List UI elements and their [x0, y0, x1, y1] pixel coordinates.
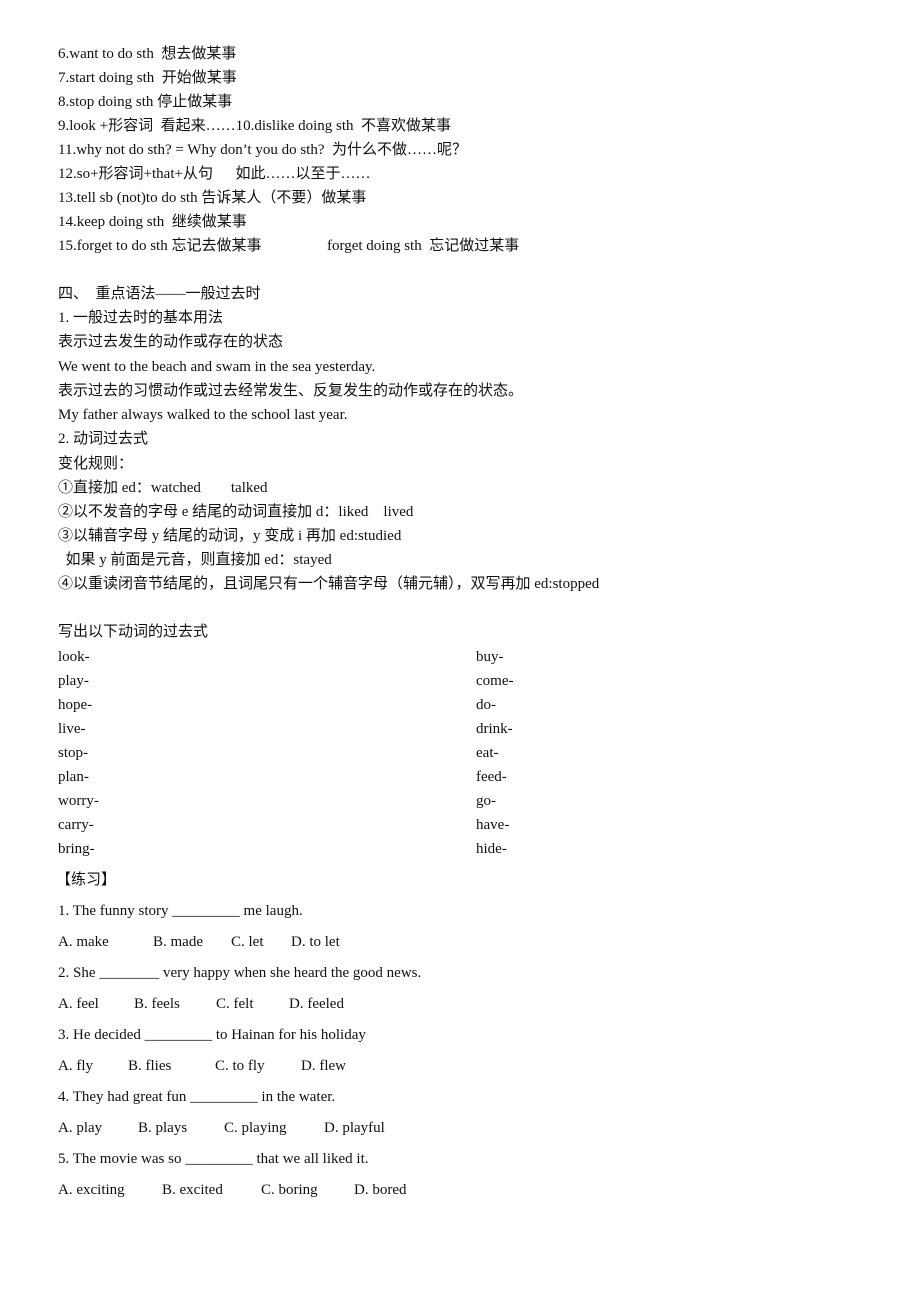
usage-text-1: 表示过去发生的动作或存在的状态 — [58, 334, 284, 350]
option-a: A. exciting — [58, 1182, 125, 1198]
verb-left: live- — [58, 721, 86, 737]
verb-left: worry- — [58, 793, 99, 809]
phrase-13: 13.tell sb (not)to do sth 告诉某人（不要）做某事 — [58, 188, 366, 208]
phrase-11: 11.why not do sth? = Why don’t you do st… — [58, 140, 467, 160]
phrase-7: 7.start doing sth 开始做某事 — [58, 68, 237, 88]
option-d: D. to let — [291, 934, 340, 950]
option-a: A. feel — [58, 996, 99, 1012]
phrase-meaning: 忘记去做某事 — [171, 238, 262, 254]
question-3: 3. He decided _________ to Hainan for hi… — [58, 1027, 366, 1043]
question-2: 2. She ________ very happy when she hear… — [58, 965, 422, 981]
option-b: B. flies — [128, 1058, 172, 1074]
phrase-meaning: 如此……以至于…… — [235, 166, 371, 182]
phrase-6: 6.want to do sth 想去做某事 — [58, 44, 236, 64]
option-d: D. flew — [301, 1058, 346, 1074]
verbs-title: 写出以下动词的过去式 — [58, 624, 209, 640]
phrase-14: 14.keep doing sth 继续做某事 — [58, 212, 247, 232]
option-c: C. let — [231, 934, 264, 950]
phrase-meaning: 告诉某人（不要）做某事 — [201, 190, 367, 206]
verb-left: hope- — [58, 697, 93, 713]
example-sentence-2: My father always walked to the school la… — [58, 407, 348, 423]
rule-2: ②以不发音的字母 e 结尾的动词直接加 d：liked lived — [58, 504, 414, 520]
option-c: C. felt — [216, 996, 254, 1012]
option-a: A. fly — [58, 1058, 93, 1074]
phrase-text: 9.look +形容词 — [58, 118, 154, 134]
option-c: C. playing — [224, 1120, 287, 1136]
phrase-meaning: 停止做某事 — [157, 94, 233, 110]
section-heading: 四、 重点语法——一般过去时 — [58, 286, 261, 302]
verb-right: have- — [476, 817, 510, 833]
phrase-meaning: 看起来……10.dislike doing sth 不喜欢做某事 — [160, 118, 452, 134]
phrase-12: 12.so+形容词+that+从句 如此……以至于…… — [58, 164, 370, 184]
rule-3: ③以辅音字母 y 结尾的动词，y 变成 i 再加 ed:studied — [58, 528, 402, 544]
verb-right: do- — [476, 697, 496, 713]
verb-right: drink- — [476, 721, 513, 737]
phrase-15-extra: forget doing sth 忘记做过某事 — [327, 238, 520, 254]
phrase-8: 8.stop doing sth 停止做某事 — [58, 92, 232, 112]
rules-label: 变化规则： — [58, 456, 134, 472]
usage-text-2: 表示过去的习惯动作或过去经常发生、反复发生的动作或存在的状态。 — [58, 383, 524, 399]
phrase-text: 13.tell sb (not)to do sth — [58, 190, 198, 206]
verb-left: carry- — [58, 817, 94, 833]
option-d: D. playful — [324, 1120, 385, 1136]
option-d: D. feeled — [289, 996, 344, 1012]
option-a: A. make — [58, 934, 109, 950]
subheading-basic-usage: 1. 一般过去时的基本用法 — [58, 310, 224, 326]
verb-right: eat- — [476, 745, 499, 761]
phrase-text: 8.stop doing sth — [58, 94, 154, 110]
verb-right: come- — [476, 673, 514, 689]
question-1: 1. The funny story _________ me laugh. — [58, 903, 303, 919]
phrase-text: 14.keep doing sth — [58, 214, 165, 230]
rule-3-note: 如果 y 前面是元音，则直接加 ed：stayed — [58, 552, 332, 568]
phrase-text: 12.so+形容词+that+从句 — [58, 166, 213, 182]
option-b: B. plays — [138, 1120, 188, 1136]
phrase-text: 6.want to do sth — [58, 46, 154, 62]
phrase-meaning: 继续做某事 — [171, 214, 247, 230]
phrase-text: 15.forget to do sth — [58, 238, 168, 254]
verb-right: buy- — [476, 649, 504, 665]
option-b: B. made — [153, 934, 203, 950]
phrase-meaning: 想去做某事 — [161, 46, 237, 62]
option-c: C. to fly — [215, 1058, 265, 1074]
verb-left: look- — [58, 649, 90, 665]
rule-4: ④以重读闭音节结尾的，且词尾只有一个辅音字母（辅元辅），双写再加 ed:stop… — [58, 576, 600, 592]
phrase-9-10: 9.look +形容词 看起来……10.dislike doing sth 不喜… — [58, 116, 451, 136]
verb-right: hide- — [476, 841, 507, 857]
example-sentence-1: We went to the beach and swam in the sea… — [58, 359, 376, 375]
phrase-text: 7.start doing sth — [58, 70, 155, 86]
phrase-meaning: 为什么不做……呢？ — [332, 142, 468, 158]
phrase-15: 15.forget to do sth 忘记去做某事 — [58, 236, 261, 256]
verb-left: stop- — [58, 745, 88, 761]
subheading-past-forms: 2. 动词过去式 — [58, 431, 149, 447]
exercise-title: 【练习】 — [56, 872, 117, 888]
phrase-meaning: 开始做某事 — [161, 70, 237, 86]
option-b: B. feels — [134, 996, 180, 1012]
question-5: 5. The movie was so _________ that we al… — [58, 1151, 369, 1167]
verb-left: plan- — [58, 769, 89, 785]
verb-right: feed- — [476, 769, 507, 785]
option-a: A. play — [58, 1120, 103, 1136]
rule-1: ①直接加 ed：watched talked — [58, 480, 268, 496]
verb-left: play- — [58, 673, 89, 689]
verb-right: go- — [476, 793, 496, 809]
question-4: 4. They had great fun _________ in the w… — [58, 1089, 336, 1105]
option-c: C. boring — [261, 1182, 318, 1198]
option-b: B. excited — [162, 1182, 223, 1198]
option-d: D. bored — [354, 1182, 407, 1198]
verb-left: bring- — [58, 841, 95, 857]
phrase-text: 11.why not do sth? = Why don’t you do st… — [58, 142, 325, 158]
